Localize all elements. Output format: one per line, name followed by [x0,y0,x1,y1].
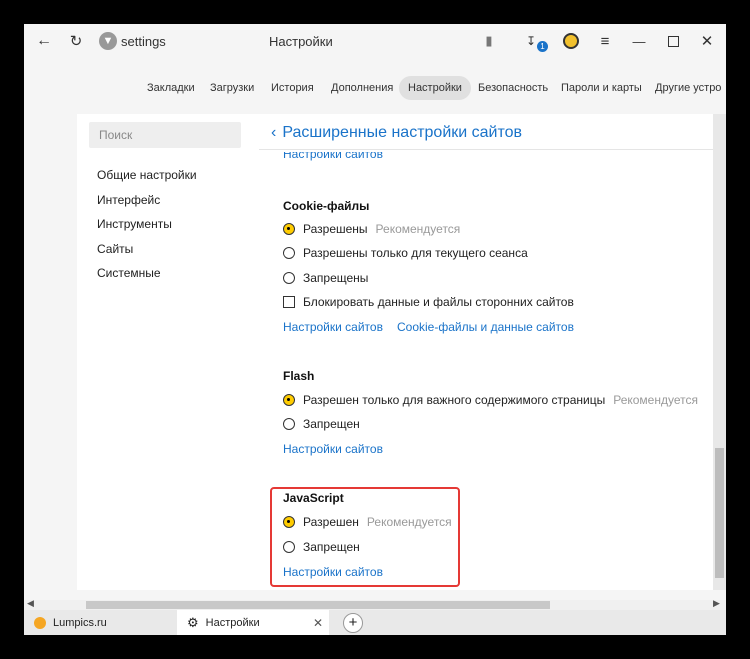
option-label: Запрещен [303,417,360,431]
sidebar-item-tools[interactable]: Инструменты [97,217,172,231]
third-party-checkbox-row[interactable]: Блокировать данные и файлы сторонних сай… [283,293,574,311]
flash-option-blocked[interactable]: Запрещен [283,415,360,433]
option-label: Разрешен только для важного содержимого … [303,393,606,407]
menu-icon[interactable]: ≡ [596,24,614,58]
profile-icon[interactable] [562,24,580,58]
sidebar-item-sites[interactable]: Сайты [97,242,133,256]
flash-option-important[interactable]: Разрешен только для важного содержимого … [283,391,698,409]
option-label: Разрешены [303,222,368,236]
page-title: Настройки [269,33,333,49]
plus-icon: + [343,612,363,633]
maximize-icon[interactable] [664,24,682,58]
browser-window: ← ↻ ▼ settings Настройки ▮ ↧ 1 ≡ — ✕ Закл… [24,24,726,635]
cookies-heading: Cookie-файлы [283,199,370,213]
tab-extensions[interactable]: Дополнения [322,76,402,100]
bookmark-icon[interactable]: ▮ [480,24,498,58]
radio-icon[interactable] [283,247,295,259]
horizontal-scrollbar[interactable]: ◀ ▶ [24,598,726,610]
search-input[interactable]: Поиск [89,122,241,148]
cookies-option-blocked[interactable]: Запрещены [283,269,368,287]
downloads-icon[interactable]: ↧ 1 [526,24,548,58]
option-label: Запрещены [303,271,369,285]
reload-icon[interactable]: ↻ [64,24,88,58]
checkbox-icon[interactable] [283,296,295,308]
back-arrow-icon[interactable]: ← [32,24,56,58]
close-tab-icon[interactable]: ✕ [313,616,323,630]
tab-label: Lumpics.ru [53,616,107,629]
radio-icon[interactable] [283,418,295,430]
tab-security[interactable]: Безопасность [469,76,557,100]
sidebar-item-interface[interactable]: Интерфейс [97,193,160,207]
title-bar: ← ↻ ▼ settings Настройки ▮ ↧ 1 ≡ — ✕ [24,24,726,58]
tab-downloads[interactable]: Загрузки [201,76,263,100]
tab-settings[interactable]: Настройки [399,76,471,100]
recommended-hint: Рекомендуется [613,393,698,407]
page-heading[interactable]: ‹ Расширенные настройки сайтов [271,124,522,142]
close-icon[interactable]: ✕ [698,24,716,58]
scroll-left-icon[interactable]: ◀ [27,598,34,609]
tab-label: Настройки [205,616,260,629]
javascript-highlight-frame [270,487,460,587]
tab-history[interactable]: История [262,76,323,100]
cookies-data-link[interactable]: Cookie-файлы и данные сайтов [397,320,574,334]
cookies-option-session[interactable]: Разрешены только для текущего сеанса [283,244,528,262]
sidebar-item-system[interactable]: Системные [97,266,161,280]
vertical-scroll-thumb[interactable] [715,448,724,578]
flash-site-settings-link[interactable]: Настройки сайтов [283,442,383,456]
gear-icon: ⚙ [187,614,199,630]
lumpics-favicon-icon [34,616,46,629]
tab-bookmarks[interactable]: Закладки [138,76,204,100]
chevron-left-icon[interactable]: ‹ [271,124,276,141]
settings-sidebar: Поиск Общие настройки Интерфейс Инструме… [77,114,259,590]
tab-settings-browser[interactable]: ⚙ Настройки ✕ [177,610,329,635]
divider [259,149,713,150]
tab-passwords[interactable]: Пароли и карты [552,76,651,100]
radio-selected-icon[interactable] [283,223,295,235]
tab-lumpics[interactable]: Lumpics.ru [24,610,176,635]
checkbox-label: Блокировать данные и файлы сторонних сай… [303,295,574,309]
recommended-hint: Рекомендуется [375,222,461,236]
radio-selected-icon[interactable] [283,394,295,406]
vertical-scrollbar[interactable] [713,114,726,590]
cookies-option-allowed[interactable]: Разрешены Рекомендуется [283,220,460,238]
radio-icon[interactable] [283,272,295,284]
option-label: Разрешены только для текущего сеанса [303,246,528,260]
flash-heading: Flash [283,369,315,383]
address-text[interactable]: settings [121,24,166,58]
settings-nav: Закладки Загрузки История Дополнения Нас… [24,76,726,100]
download-badge: 1 [537,40,548,52]
minimize-icon[interactable]: — [630,24,648,58]
tab-other[interactable]: Другие устро [646,76,726,100]
site-icon: ▼ [98,24,118,58]
browser-tab-bar: Lumpics.ru ⚙ Настройки ✕ + [24,610,726,635]
sidebar-item-general[interactable]: Общие настройки [97,168,197,182]
new-tab-button[interactable]: + [342,610,364,635]
page-heading-text: Расширенные настройки сайтов [282,124,523,141]
cookies-site-settings-link[interactable]: Настройки сайтов [283,320,383,334]
scroll-right-icon[interactable]: ▶ [713,598,720,609]
horizontal-scroll-thumb[interactable] [86,601,550,609]
